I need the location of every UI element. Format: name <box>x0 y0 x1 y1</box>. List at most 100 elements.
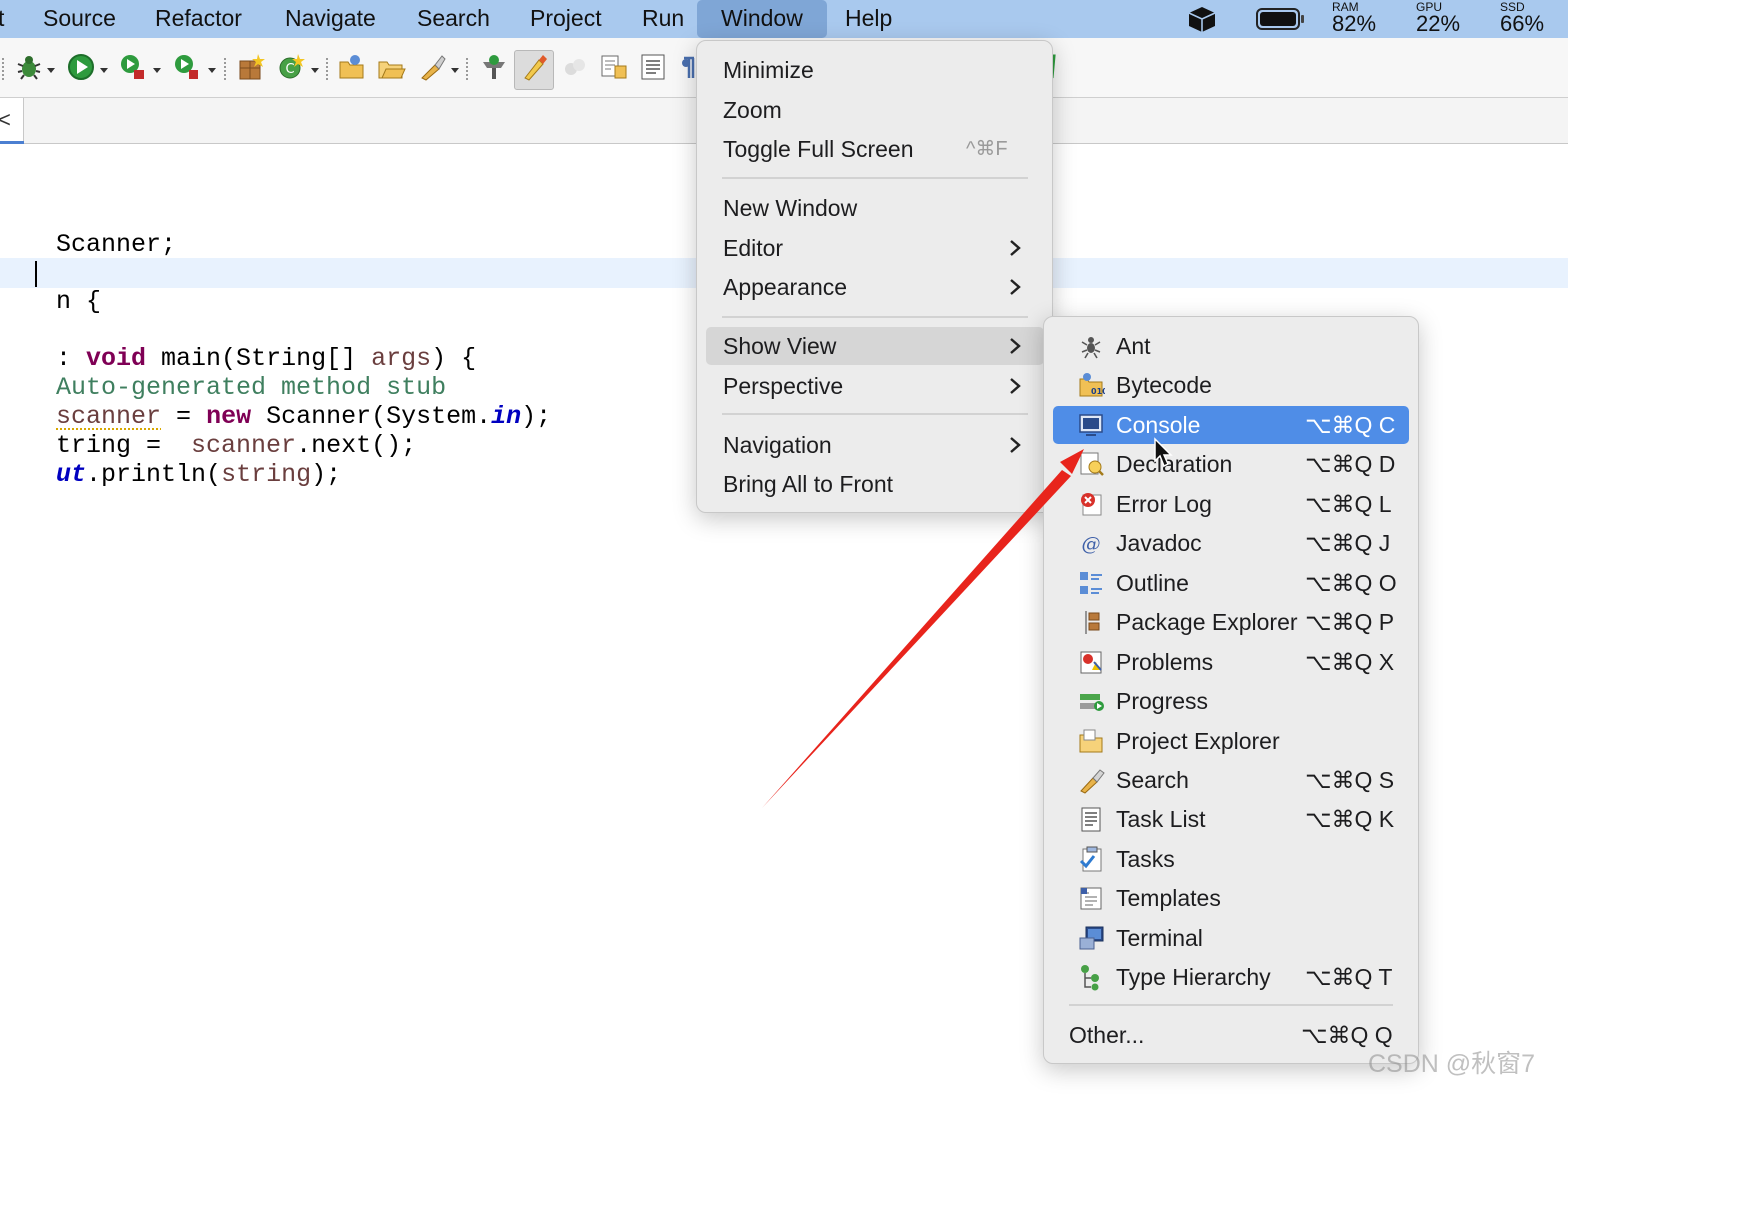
search-dropdown-caret[interactable] <box>451 68 459 73</box>
debug-icon[interactable] <box>14 52 44 82</box>
ssd-value: 66% <box>1500 11 1545 36</box>
chevron-right-icon <box>1010 279 1021 295</box>
menu-navigate[interactable]: Navigate <box>285 0 376 38</box>
menu-source[interactable]: Source <box>43 0 116 38</box>
toggle-breadcrumb-icon[interactable] <box>479 52 509 82</box>
menu-bar: t Source Refactor Navigate Search Projec… <box>0 0 1568 38</box>
toolbar-separator <box>326 58 328 80</box>
menu-item-show-view[interactable]: Show View <box>706 327 1044 365</box>
menu-item-label: Project Explorer <box>1116 727 1280 754</box>
menu-item-editor[interactable]: Editor <box>706 229 1044 267</box>
menu-item-label: Templates <box>1116 885 1221 912</box>
menu-window[interactable]: Window <box>697 0 827 38</box>
external-tools-icon[interactable] <box>172 52 202 82</box>
menu-project[interactable]: Project <box>530 0 602 38</box>
menu-item-other[interactable]: Other... ⌥⌘Q Q <box>1053 1016 1409 1054</box>
mouse-cursor-icon <box>1154 437 1173 468</box>
menu-item-zoom[interactable]: Zoom <box>706 91 1044 129</box>
menu-item-templates[interactable]: Templates <box>1053 879 1409 917</box>
menu-item-problems[interactable]: Problems ⌥⌘Q X <box>1053 643 1409 681</box>
run-dropdown-caret[interactable] <box>100 68 108 73</box>
menu-item-label: Search <box>1116 766 1189 793</box>
menu-item-terminal[interactable]: Terminal <box>1053 919 1409 957</box>
menu-item-search[interactable]: Search ⌥⌘Q S <box>1053 761 1409 799</box>
menu-item-bring-all-to-front[interactable]: Bring All to Front <box>706 465 1044 503</box>
project-explorer-icon <box>1079 729 1103 752</box>
chevron-right-icon <box>1010 378 1021 394</box>
menu-item-minimize[interactable]: Minimize <box>706 51 1044 89</box>
debug-dropdown-caret[interactable] <box>47 68 55 73</box>
open-folder-icon[interactable] <box>376 52 406 82</box>
menu-refactor[interactable]: Refactor <box>155 0 242 38</box>
ssd-status[interactable]: SSD 66% <box>1500 1 1570 37</box>
menu-item-label: Bring All to Front <box>723 471 894 497</box>
menu-item-appearance[interactable]: Appearance <box>706 268 1044 306</box>
show-whitespace-icon[interactable] <box>599 52 629 82</box>
cube-icon[interactable] <box>1186 5 1218 33</box>
menu-item-shortcut: ⌥⌘Q K <box>1305 806 1395 833</box>
menu-item-tasks[interactable]: Tasks <box>1053 840 1409 878</box>
menu-item-javadoc[interactable]: @ Javadoc ⌥⌘Q J <box>1053 524 1409 562</box>
menu-item-label: Appearance <box>723 274 848 300</box>
menu-item-toggle-full-screen[interactable]: Toggle Full Screen ^⌘F <box>706 130 1044 168</box>
menu-item-shortcut: ⌥⌘Q L <box>1305 490 1392 517</box>
menu-item-bytecode[interactable]: 010 Bytecode <box>1053 366 1409 404</box>
menu-item-declaration[interactable]: Declaration ⌥⌘Q D <box>1053 445 1409 483</box>
new-class-icon[interactable]: C <box>276 52 306 82</box>
console-icon <box>1079 414 1103 436</box>
menu-item-progress[interactable]: Progress <box>1053 682 1409 720</box>
menu-item-perspective[interactable]: Perspective <box>706 367 1044 405</box>
bytecode-icon: 010 <box>1079 373 1105 397</box>
ant-icon <box>1081 337 1101 359</box>
external-tools-dropdown-caret[interactable] <box>208 68 216 73</box>
word-wrap-icon[interactable] <box>638 52 668 82</box>
menu-item-label: Javadoc <box>1116 530 1202 557</box>
menu-run-partial[interactable]: t <box>0 0 4 38</box>
gpu-value: 22% <box>1416 11 1461 36</box>
menu-item-shortcut: ⌥⌘Q D <box>1305 451 1396 478</box>
menu-item-shortcut: ⌥⌘Q X <box>1305 648 1395 675</box>
menu-item-label: New Window <box>723 195 858 221</box>
new-class-dropdown-caret[interactable] <box>311 68 319 73</box>
menu-item-label: Editor <box>723 235 784 261</box>
menu-item-error-log[interactable]: Error Log ⌥⌘Q L <box>1053 485 1409 523</box>
run-icon[interactable] <box>66 52 96 82</box>
menu-item-task-list[interactable]: Task List ⌥⌘Q K <box>1053 800 1409 838</box>
menu-item-shortcut: ⌥⌘Q O <box>1305 569 1397 596</box>
ram-value: 82% <box>1332 11 1377 36</box>
open-type-icon[interactable] <box>337 52 367 82</box>
menu-item-console[interactable]: Console ⌥⌘Q C <box>1053 405 1409 444</box>
mark-occurrences-icon[interactable] <box>519 52 549 82</box>
new-package-icon[interactable] <box>236 52 266 82</box>
search-view-icon <box>1080 769 1105 794</box>
menu-help[interactable]: Help <box>845 0 892 38</box>
javadoc-icon: @ <box>1082 533 1101 555</box>
templates-icon <box>1080 887 1102 910</box>
tasks-icon <box>1079 846 1102 872</box>
menu-item-type-hierarchy[interactable]: Type Hierarchy ⌥⌘Q T <box>1053 958 1409 996</box>
menu-item-navigation[interactable]: Navigation <box>706 426 1044 464</box>
pilcrow-icon[interactable] <box>680 52 696 82</box>
ram-status[interactable]: RAM 82% <box>1332 1 1402 37</box>
coverage-icon[interactable] <box>118 52 148 82</box>
chevron-right-icon <box>1010 437 1021 453</box>
gpu-status[interactable]: GPU 22% <box>1416 1 1486 37</box>
battery-icon[interactable] <box>1256 7 1306 31</box>
editor-tab[interactable]: < <box>0 98 24 144</box>
search-tool-icon[interactable] <box>417 52 447 82</box>
show-view-submenu: Ant 010 Bytecode Console ⌥⌘Q C Declaration ⌥⌘Q… <box>1043 316 1419 1064</box>
menu-item-new-window[interactable]: New Window <box>706 189 1044 227</box>
menu-item-package-explorer[interactable]: Package Explorer ⌥⌘Q P <box>1053 603 1409 641</box>
block-selection-icon[interactable] <box>560 52 590 82</box>
coverage-dropdown-caret[interactable] <box>153 68 161 73</box>
chevron-right-icon <box>1010 338 1021 354</box>
menu-item-outline[interactable]: Outline ⌥⌘Q O <box>1053 564 1409 602</box>
menu-item-ant[interactable]: Ant <box>1053 327 1409 365</box>
menu-run[interactable]: Run <box>642 0 684 38</box>
menu-item-label: Toggle Full Screen <box>723 136 914 162</box>
toolbar-separator <box>224 58 226 80</box>
menu-item-project-explorer[interactable]: Project Explorer <box>1053 722 1409 760</box>
tab-close-icon[interactable]: < <box>0 108 11 132</box>
menu-item-shortcut: ⌥⌘Q P <box>1305 609 1395 636</box>
menu-search[interactable]: Search <box>417 0 490 38</box>
